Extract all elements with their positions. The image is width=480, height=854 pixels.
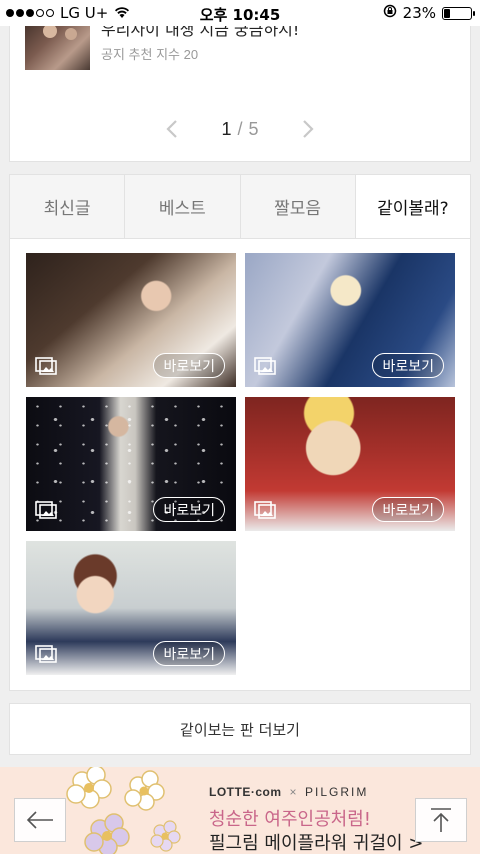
tab-section: 최신글 베스트 짤모음 같이볼래? 바로보기 바로보기 바로보기 바로보기 바로…	[9, 174, 471, 691]
gallery-icon	[254, 357, 276, 375]
arrow-left-icon	[26, 811, 53, 829]
gallery-icon	[254, 501, 276, 519]
view-button[interactable]: 바로보기	[372, 497, 444, 522]
arrow-up-to-top-icon	[431, 808, 451, 832]
tab-latest[interactable]: 최신글	[10, 175, 126, 238]
tab-pics[interactable]: 짤모음	[240, 175, 356, 238]
pagination: 1 / 5	[10, 114, 470, 144]
more-button[interactable]: 같이보는 판 더보기	[9, 703, 471, 755]
ad-brand-lotte: LOTTE·com	[209, 785, 282, 799]
ad-banner[interactable]: LOTTE·com × PILGRIM 청순한 여주인공처럼! 필그림 메이플라…	[0, 767, 480, 854]
tab-best[interactable]: 베스트	[125, 175, 241, 238]
image-tile[interactable]: 바로보기	[26, 253, 236, 387]
tab-watch-together[interactable]: 같이볼래?	[355, 175, 470, 238]
total-pages: 5	[248, 118, 259, 139]
ad-brand-line: LOTTE·com × PILGRIM	[209, 785, 368, 799]
chevron-right-icon	[302, 120, 314, 138]
view-button[interactable]: 바로보기	[153, 497, 225, 522]
status-bar: LG U+ 오후 10:45 23%	[0, 0, 480, 26]
tab-bar: 최신글 베스트 짤모음 같이볼래?	[10, 175, 470, 239]
next-page-button[interactable]	[293, 114, 323, 144]
image-tile[interactable]: 바로보기	[26, 541, 236, 675]
gallery-icon	[35, 645, 57, 663]
back-button[interactable]	[14, 798, 66, 842]
ad-brand-pilgrim: PILGRIM	[305, 785, 369, 799]
ad-subline: 필그림 메이플라워 귀걸이 >	[209, 833, 424, 854]
current-page: 1	[221, 118, 232, 139]
page-separator: /	[237, 118, 243, 139]
chevron-left-icon	[166, 120, 178, 138]
rotation-lock-icon	[383, 4, 397, 22]
battery-level	[444, 8, 450, 18]
ad-headline: 청순한 여주인공처럼!	[209, 809, 371, 830]
view-button[interactable]: 바로보기	[153, 641, 225, 666]
prev-page-button[interactable]	[157, 114, 187, 144]
article-meta: 공지 추천 지수 20	[101, 47, 199, 62]
battery-percent: 23%	[402, 4, 436, 22]
scroll-top-button[interactable]	[415, 798, 467, 842]
page-indicator: 1 / 5	[221, 119, 258, 140]
image-tile[interactable]: 바로보기	[245, 397, 455, 531]
ad-brand-times: ×	[289, 785, 298, 799]
view-button[interactable]: 바로보기	[372, 353, 444, 378]
gallery-icon	[35, 357, 57, 375]
earring-flowers-image	[66, 767, 181, 854]
battery-icon	[442, 6, 475, 20]
gallery-icon	[35, 501, 57, 519]
battery-group: 23%	[383, 4, 475, 22]
view-button[interactable]: 바로보기	[153, 353, 225, 378]
image-tile[interactable]: 바로보기	[26, 397, 236, 531]
image-tile[interactable]: 바로보기	[245, 253, 455, 387]
